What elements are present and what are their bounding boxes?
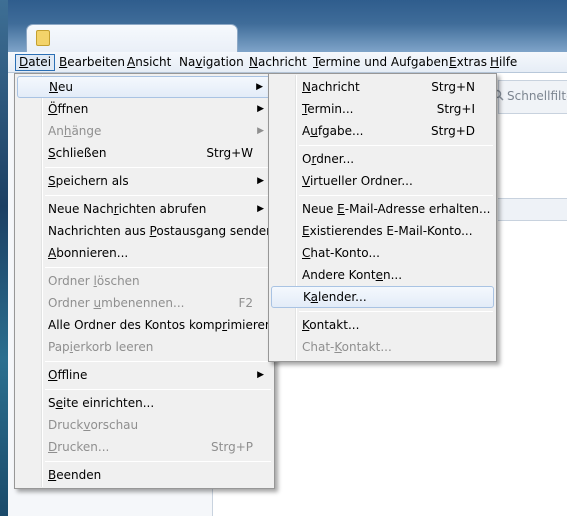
menu-item-label: Nachrichten aus Postausgang senden <box>48 224 274 238</box>
menu-item-label: Abonnieren... <box>48 246 129 260</box>
menu-item-label: Alle Ordner des Kontos komprimieren <box>48 318 273 332</box>
menu-item-chat-kontakt: Chat-Kontakt... <box>271 336 494 358</box>
menu-item-termin[interactable]: Termin... Strg+I <box>271 98 494 120</box>
menu-item-label: Termin... <box>302 102 354 116</box>
new-submenu: Nachricht Strg+N Termin... Strg+I Aufgabe...… <box>268 73 497 362</box>
menu-item-papierkorb-leeren: Papierkorb leeren <box>17 336 272 358</box>
menu-item-anhaenge: Anhänge ▶ <box>17 120 272 142</box>
menu-item-nachrichten-aus-postausgang-senden[interactable]: Nachrichten aus Postausgang senden <box>17 220 274 242</box>
menu-separator <box>45 267 271 268</box>
menu-item-seite-einrichten[interactable]: Seite einrichten... <box>17 392 272 414</box>
menu-item-label: Kalender... <box>303 290 367 304</box>
menu-extras[interactable]: Extras <box>446 54 490 71</box>
file-menu: Neu ▶ Öffnen ▶ Anhänge ▶ Schließen Strg+W Speich… <box>14 73 275 489</box>
desktop-background <box>0 0 8 516</box>
menu-item-label: Aufgabe... <box>302 124 364 138</box>
menu-item-virtueller-ordner[interactable]: Virtueller Ordner... <box>271 170 494 192</box>
menu-item-label: Drucken... <box>48 440 110 454</box>
menu-nachricht[interactable]: Nachricht <box>246 54 310 71</box>
menu-bar: Datei Bearbeiten Ansicht Navigation Nachrich… <box>8 52 567 73</box>
menu-bearbeiten[interactable]: Bearbeiten <box>56 54 128 71</box>
menu-item-label: Offline <box>48 368 88 382</box>
submenu-arrow-icon: ▶ <box>257 176 264 186</box>
menu-item-shortcut: F2 <box>238 296 253 310</box>
menu-item-abonnieren[interactable]: Abonnieren... <box>17 242 272 264</box>
menu-item-label: Anhänge <box>48 124 102 138</box>
menu-item-label: Nachricht <box>302 80 360 94</box>
menu-item-label: Beenden <box>48 468 102 482</box>
submenu-arrow-icon: ▶ <box>257 204 264 214</box>
menu-item-existierendes-e-mail-konto[interactable]: Existierendes E-Mail-Konto... <box>271 220 494 242</box>
menu-item-label: Chat-Konto... <box>302 246 380 260</box>
menu-separator <box>299 311 493 312</box>
submenu-arrow-icon: ▶ <box>257 104 264 114</box>
menu-separator <box>45 461 271 462</box>
menu-item-aufgabe[interactable]: Aufgabe... Strg+D <box>271 120 494 142</box>
menu-item-label: Neu <box>49 80 73 94</box>
menu-item-label: Papierkorb leeren <box>48 340 154 354</box>
menu-item-offline[interactable]: Offline ▶ <box>17 364 272 386</box>
menu-item-label: Seite einrichten... <box>48 396 155 410</box>
quickfilter-input[interactable]: Schnellfilter <box>507 89 567 103</box>
menu-item-drucken: Drucken... Strg+P <box>17 436 272 458</box>
menu-item-label: Chat-Kontakt... <box>302 340 392 354</box>
menu-item-andere-konten[interactable]: Andere Konten... <box>271 264 494 286</box>
menu-item-label: Neue Nachrichten abrufen <box>48 202 207 216</box>
menu-item-kalender[interactable]: Kalender... <box>271 286 494 308</box>
menu-item-label: Öffnen <box>48 102 89 116</box>
menu-datei[interactable]: Datei <box>15 54 56 71</box>
menu-item-neue-nachrichten-abrufen[interactable]: Neue Nachrichten abrufen ▶ <box>17 198 272 220</box>
menu-item-label: Kontakt... <box>302 318 360 332</box>
menu-item-chat-konto[interactable]: Chat-Konto... <box>271 242 494 264</box>
menu-item-shortcut: Strg+D <box>431 124 475 138</box>
menu-item-label: Virtueller Ordner... <box>302 174 413 188</box>
menu-item-alle-ordner-des-kontos-komprimieren[interactable]: Alle Ordner des Kontos komprimieren <box>17 314 273 336</box>
menu-separator <box>45 389 271 390</box>
thread-pane-header <box>498 198 567 221</box>
menu-item-kontakt[interactable]: Kontakt... <box>271 314 494 336</box>
menu-item-label: Existierendes E-Mail-Konto... <box>302 224 473 238</box>
menu-item-label: Druckvorschau <box>48 418 139 432</box>
submenu-arrow-icon: ▶ <box>256 82 263 92</box>
menu-item-shortcut: Strg+I <box>436 102 475 116</box>
menu-item-label: Neue E-Mail-Adresse erhalten... <box>302 202 491 216</box>
menu-separator <box>45 167 271 168</box>
menu-item-neu[interactable]: Neu ▶ <box>17 76 272 98</box>
menu-item-ordner-umbenennen: Ordner umbenennen... F2 <box>17 292 272 314</box>
menu-item-label: Schließen <box>48 146 107 160</box>
menu-item-neue-e-mail-adresse-erhalten[interactable]: Neue E-Mail-Adresse erhalten... <box>271 198 494 220</box>
menu-item-label: Ordner... <box>302 152 355 166</box>
menu-ansicht[interactable]: Ansicht <box>124 54 174 71</box>
folder-icon <box>36 30 50 46</box>
menu-item-label: Ordner löschen <box>48 274 140 288</box>
menu-separator <box>299 195 493 196</box>
menu-separator <box>45 361 271 362</box>
submenu-arrow-icon: ▶ <box>257 370 264 380</box>
menu-hilfe[interactable]: Hilfe <box>487 54 520 71</box>
menu-termine-und-aufgaben[interactable]: Termine und Aufgaben <box>310 54 452 71</box>
menu-item-ordner-loeschen: Ordner löschen <box>17 270 272 292</box>
menu-item-label: Andere Konten... <box>302 268 403 282</box>
menu-item-speichern-als[interactable]: Speichern als ▶ <box>17 170 272 192</box>
menu-item-shortcut: Strg+W <box>206 146 253 160</box>
folder-tab[interactable] <box>26 24 238 54</box>
menu-item-schliessen[interactable]: Schließen Strg+W <box>17 142 272 164</box>
menu-item-druckvorschau: Druckvorschau <box>17 414 272 436</box>
menu-item-shortcut: Strg+N <box>431 80 475 94</box>
menu-item-label: Ordner umbenennen... <box>48 296 185 310</box>
menu-separator <box>45 195 271 196</box>
menu-item-ordner[interactable]: Ordner... <box>271 148 494 170</box>
menu-item-shortcut: Strg+P <box>211 440 253 454</box>
menu-item-nachricht[interactable]: Nachricht Strg+N <box>271 76 494 98</box>
menu-item-beenden[interactable]: Beenden <box>17 464 272 486</box>
menu-navigation[interactable]: Navigation <box>176 54 247 71</box>
menu-separator <box>299 145 493 146</box>
submenu-arrow-icon: ▶ <box>257 126 264 136</box>
menu-item-oeffnen[interactable]: Öffnen ▶ <box>17 98 272 120</box>
menu-item-label: Speichern als <box>48 174 129 188</box>
